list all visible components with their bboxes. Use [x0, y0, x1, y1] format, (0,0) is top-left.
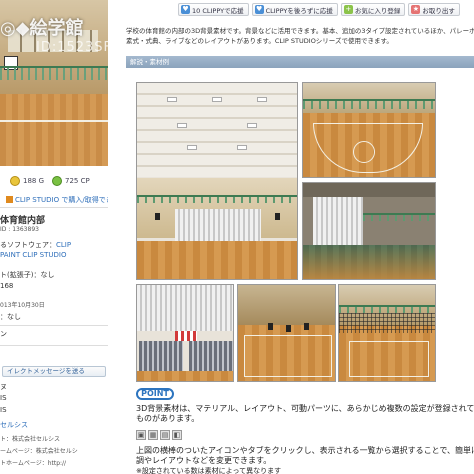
divider: [0, 207, 108, 208]
creator-row-1: ヌ: [0, 383, 7, 391]
parts-icon[interactable]: ▤: [160, 430, 170, 440]
support-clippy-anon-label: CLIPPYを後ろずに応援: [265, 6, 333, 15]
preview-image-ceremony[interactable]: [136, 284, 234, 382]
description-line: 素式・式典、ライブなどのレイアウトがあります。CLIP STUDIOシリーズで使…: [126, 37, 393, 45]
section-header: 解説・素材例: [126, 56, 474, 68]
layout-icon-row: ▣ ▦ ▤ ◧: [136, 430, 182, 442]
preview-image-volleyball[interactable]: [338, 284, 436, 382]
left-sidebar: ◎◆絵学館 ID:1523SF 188 G 725 CP CLIP STUDIO…: [0, 0, 108, 474]
creator-name-link[interactable]: セルシス: [0, 420, 108, 430]
watermark-id: ID:1523SF: [36, 40, 108, 55]
light-icon[interactable]: ◧: [172, 430, 182, 440]
gold-price: 188 G: [10, 176, 44, 186]
add-favorite-label: お気に入り登録: [354, 6, 401, 15]
main-content: ♥ 10 CLIPPYで応援 ♥ CLIPPYを後ろずに応援 + お気に入り登録 ★ お…: [118, 0, 474, 474]
cp-price: 725 CP: [52, 176, 90, 186]
price-stats: 188 G 725 CP: [0, 174, 108, 188]
download-link[interactable]: CLIP STUDIO で購入/取得でき: [6, 195, 108, 205]
file-size: 168: [0, 282, 14, 290]
point-description: 3D背景素材は、マテリアル、レイアウト、可動パーツに、あらかじめ複数の設定が登録…: [136, 404, 474, 424]
layout-icon[interactable]: ▦: [148, 430, 158, 440]
point-line: ものがあります。: [136, 414, 200, 423]
add-favorite-button[interactable]: + お気に入り登録: [340, 3, 406, 16]
description-line: 学校の体育館の内部の3D背景素材です。背景などに活用できます。基本、追加の3タイ…: [126, 27, 474, 35]
material-icon[interactable]: ▣: [136, 430, 146, 440]
software-label-text: るソフトウェア：: [0, 241, 56, 249]
support-clippy-anon-button[interactable]: ♥ CLIPPYを後ろずに応援: [251, 3, 338, 16]
preview-image-stage[interactable]: [136, 82, 298, 280]
creator-row-2: IS: [0, 394, 7, 402]
download-icon: [6, 196, 13, 203]
creator-website[interactable]: トホームページ：http://: [0, 458, 108, 467]
gift-icon: ★: [411, 5, 421, 14]
software-label: るソフトウェア：CLIP: [0, 240, 108, 250]
direct-message-button[interactable]: イレクトメッセージを送る: [2, 366, 106, 377]
point-line: 3D背景素材は、マテリアル、レイアウト、可動パーツに、あらかじめ複数の設定が登録…: [136, 404, 474, 413]
creator-company: ト：株式会社セルシス: [0, 436, 61, 443]
preview-image-curtain[interactable]: [302, 182, 436, 280]
material-description: 学校の体育館の内部の3D背景素材です。背景などに活用できます。基本、追加の3タイ…: [126, 26, 474, 46]
upload-date: 013年10月30日: [0, 302, 45, 309]
software-link-paint[interactable]: PAINT CLIP STUDIO: [0, 251, 108, 259]
gold-coin-icon: [10, 176, 20, 186]
download-link-label: CLIP STUDIO で購入/取得でき: [15, 196, 108, 204]
ban-label: ン: [0, 330, 7, 338]
creator-row-3: IS: [0, 406, 7, 414]
tag-info: ：なし: [0, 313, 21, 321]
material-title: 体育館内部: [0, 216, 46, 226]
action-toolbar: ♥ 10 CLIPPYで応援 ♥ CLIPPYを後ろずに応援 + お気に入り登録 ★ お…: [178, 3, 460, 16]
gold-value: 188 G: [23, 177, 45, 185]
software-link-clip[interactable]: CLIP: [56, 241, 71, 249]
cp-value: 725 CP: [65, 177, 90, 185]
clippy-icon: ♥: [254, 5, 264, 14]
get-material-label: お取り出す: [422, 6, 455, 15]
extension-info: ト(拡張子)：なし: [0, 271, 55, 279]
preview-image-live[interactable]: [237, 284, 336, 382]
divider: [0, 325, 108, 326]
support-clippy-label: 10 CLIPPYで応援: [192, 6, 244, 15]
point-line: 上図の横棒のついたアイコンやタブをクリックし、表示される一覧から選択することで、…: [136, 446, 474, 455]
point-line: 調やレイアウトなどを変更できます。: [136, 456, 272, 465]
get-material-button[interactable]: ★ お取り出す: [408, 3, 460, 16]
material-thumbnail[interactable]: ◎◆絵学館 ID:1523SF: [0, 0, 108, 166]
creator-homepage[interactable]: ームページ：株式会社セルシ: [0, 446, 108, 455]
divider: [0, 345, 108, 346]
point-line: ※設定されている数は素材によって異なります: [136, 467, 282, 474]
point-badge: POINT: [136, 388, 174, 400]
watermark-logo: ◎◆絵学館: [0, 18, 84, 39]
clippy-icon: ♥: [181, 5, 190, 14]
plus-icon: +: [343, 5, 353, 14]
cp-coin-icon: [52, 176, 63, 186]
point-instructions: 上図の横棒のついたアイコンやタブをクリックし、表示される一覧から選択することで、…: [136, 446, 474, 474]
support-clippy-button[interactable]: ♥ 10 CLIPPYで応援: [178, 3, 249, 16]
preview-image-court[interactable]: [302, 82, 436, 178]
material-id: ID : 1363893: [0, 226, 39, 233]
